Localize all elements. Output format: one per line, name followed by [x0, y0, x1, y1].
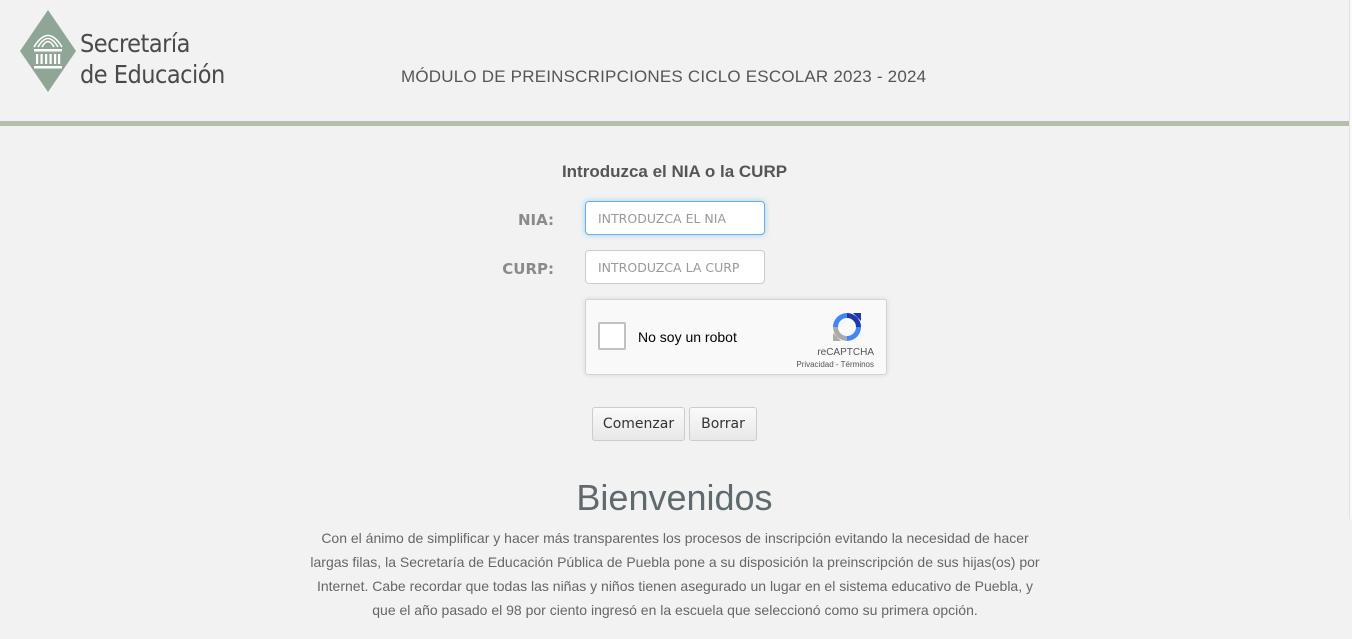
nia-label: NIA: [517, 211, 554, 229]
recaptcha-widget: No soy un robot reCAPTCHA Privacidad - T… [585, 299, 887, 375]
welcome-title: Bienvenidos [576, 477, 773, 518]
secretaria-educacion-logo-icon [20, 10, 76, 92]
welcome-text: Con el ánimo de simplificar y hacer más … [310, 530, 1040, 618]
form-heading-text: Introduzca el NIA o la CURP [561, 162, 788, 181]
recaptcha-terms-link[interactable]: Términos [841, 360, 874, 369]
recaptcha-brand: reCAPTCHA [817, 347, 874, 358]
recaptcha-links: Privacidad - Términos [796, 360, 874, 369]
module-title: MÓDULO DE PREINSCRIPCIONES CICLO ESCOLAR… [401, 67, 927, 86]
header-divider [0, 121, 1349, 126]
form-heading: Introduzca el NIA o la CURP [0, 162, 1349, 182]
recaptcha-checkbox[interactable] [598, 322, 626, 350]
recaptcha-link-separator: - [833, 360, 841, 369]
start-button[interactable]: Comenzar [592, 407, 685, 441]
page: Secretaría de Educación MÓDULO DE PREINS… [0, 0, 1352, 639]
logo-line-2: de Educación [80, 60, 225, 89]
recaptcha-logo-icon [833, 313, 861, 341]
nia-input[interactable] [585, 201, 765, 235]
header: Secretaría de Educación MÓDULO DE PREINS… [0, 0, 1352, 122]
logo-line-1: Secretaría [80, 29, 190, 58]
recaptcha-label: No soy un robot [638, 329, 737, 345]
clear-button[interactable]: Borrar [689, 407, 757, 441]
secretaria-logo[interactable]: Secretaría de Educación [20, 10, 230, 94]
curp-input[interactable] [585, 250, 765, 284]
curp-label: CURP: [502, 260, 554, 278]
logo-wordmark: Secretaría de Educación [80, 28, 225, 90]
recaptcha-privacy-link[interactable]: Privacidad [796, 360, 833, 369]
